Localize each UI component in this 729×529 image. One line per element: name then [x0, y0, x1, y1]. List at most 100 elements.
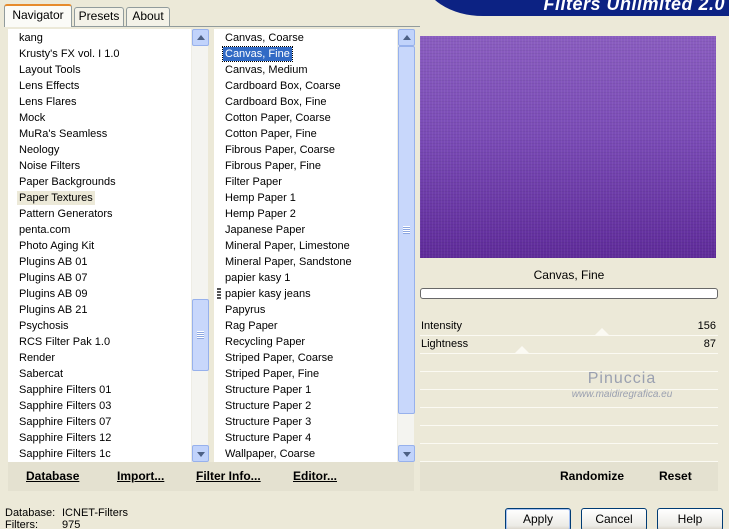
list-item[interactable]: Lens Flares: [17, 95, 78, 109]
list-item[interactable]: Rag Paper: [223, 319, 280, 333]
intensity-row[interactable]: Intensity 156: [420, 318, 718, 336]
list-item[interactable]: Sabercat: [17, 367, 65, 381]
intensity-value: 156: [697, 320, 716, 332]
intensity-slider-marker[interactable]: [594, 328, 610, 336]
lightness-row[interactable]: Lightness 87: [420, 336, 718, 354]
list-item[interactable]: Recycling Paper: [223, 335, 307, 349]
list-item[interactable]: Sapphire Filters 1c: [17, 447, 113, 461]
filter-list-panel: Canvas, Coarse Canvas, Fine Canvas, Medium…: [214, 29, 415, 462]
preview-toolbar: Randomize Reset: [420, 462, 718, 491]
list-item[interactable]: penta.com: [17, 223, 72, 237]
scroll-thumb[interactable]: [192, 299, 209, 371]
list-item[interactable]: Mineral Paper, Limestone: [223, 239, 352, 253]
database-button[interactable]: Database: [26, 469, 79, 483]
list-item[interactable]: kang: [17, 31, 45, 45]
progress-bar: [420, 288, 718, 299]
list-item[interactable]: Hemp Paper 2: [223, 207, 298, 221]
watermark: Pinuccia www.maidiregrafica.eu: [557, 370, 687, 400]
list-item[interactable]: Lens Effects: [17, 79, 81, 93]
scroll-thumb[interactable]: [398, 46, 415, 414]
selected-filter-name: Canvas, Fine: [533, 268, 605, 282]
list-item[interactable]: Mineral Paper, Sandstone: [223, 255, 354, 269]
list-item[interactable]: Plugins AB 21: [17, 303, 90, 317]
list-item[interactable]: Structure Paper 2: [223, 399, 313, 413]
tab-navigator[interactable]: Navigator: [4, 4, 72, 27]
list-item[interactable]: Sapphire Filters 01: [17, 383, 113, 397]
list-item[interactable]: Papyrus: [223, 303, 267, 317]
watermark-line2: www.maidiregrafica.eu: [571, 389, 673, 400]
category-list-panel: kang Krusty's FX vol. I 1.0 Layout Tools Le…: [8, 29, 209, 462]
filter-scrollbar[interactable]: [397, 29, 415, 462]
filters-count-label: Filters:: [5, 519, 38, 529]
list-item[interactable]: Mock: [17, 111, 47, 125]
list-item[interactable]: Structure Paper 3: [223, 415, 313, 429]
list-item[interactable]: Filter Paper: [223, 175, 284, 189]
list-item[interactable]: Plugins AB 09: [17, 287, 90, 301]
list-item[interactable]: Paper Backgrounds: [17, 175, 118, 189]
tab-about[interactable]: About: [126, 7, 170, 26]
grip-icon: [197, 331, 204, 339]
database-label: Database:: [5, 507, 56, 519]
help-button[interactable]: Help: [657, 508, 723, 529]
list-item[interactable]: Plugins AB 07: [17, 271, 90, 285]
list-item[interactable]: Paper Textures: [17, 191, 95, 205]
list-item[interactable]: Render: [17, 351, 57, 365]
cancel-button[interactable]: Cancel: [581, 508, 647, 529]
list-item[interactable]: papier kasy jeans: [223, 287, 313, 301]
list-item[interactable]: Striped Paper, Fine: [223, 367, 321, 381]
list-item[interactable]: papier kasy 1: [223, 271, 292, 285]
list-item[interactable]: MuRa's Seamless: [17, 127, 109, 141]
list-item[interactable]: Cardboard Box, Coarse: [223, 79, 343, 93]
list-item[interactable]: Sapphire Filters 12: [17, 431, 113, 445]
chevron-up-icon: [197, 35, 205, 40]
scroll-up-button[interactable]: [398, 29, 415, 46]
list-item[interactable]: Structure Paper 4: [223, 431, 313, 445]
reset-button[interactable]: Reset: [659, 469, 692, 483]
drag-handle-icon: [217, 288, 221, 300]
list-item[interactable]: Cardboard Box, Fine: [223, 95, 329, 109]
preview-frame: [418, 32, 718, 260]
list-item[interactable]: RCS Filter Pak 1.0: [17, 335, 112, 349]
list-item[interactable]: Structure Paper 1: [223, 383, 313, 397]
import-button[interactable]: Import...: [117, 469, 164, 483]
list-item[interactable]: Psychosis: [17, 319, 71, 333]
filter-list[interactable]: Canvas, Coarse Canvas, Fine Canvas, Medium…: [214, 29, 394, 462]
filter-info-button[interactable]: Filter Info...: [196, 469, 261, 483]
list-item[interactable]: Sapphire Filters 03: [17, 399, 113, 413]
lightness-value: 87: [703, 338, 716, 350]
list-item[interactable]: Sapphire Filters 07: [17, 415, 113, 429]
list-item[interactable]: Cotton Paper, Fine: [223, 127, 319, 141]
list-item[interactable]: Plugins AB 01: [17, 255, 90, 269]
tab-presets[interactable]: Presets: [74, 7, 124, 26]
list-item[interactable]: Layout Tools: [17, 63, 83, 77]
list-item[interactable]: Canvas, Coarse: [223, 31, 306, 45]
scroll-down-button[interactable]: [192, 445, 209, 462]
category-scrollbar[interactable]: [191, 29, 209, 462]
list-item[interactable]: Striped Paper, Coarse: [223, 351, 335, 365]
empty-parameter-row: [420, 444, 718, 462]
list-item[interactable]: Hemp Paper 1: [223, 191, 298, 205]
editor-button[interactable]: Editor...: [293, 469, 337, 483]
category-list[interactable]: kang Krusty's FX vol. I 1.0 Layout Tools Le…: [8, 29, 188, 462]
product-banner: Filters Unlimited 2.0: [423, 0, 729, 16]
list-item[interactable]: Fibrous Paper, Fine: [223, 159, 323, 173]
list-item[interactable]: Canvas, Medium: [223, 63, 310, 77]
list-item[interactable]: Wallpaper, Coarse: [223, 447, 317, 461]
lightness-slider-marker[interactable]: [514, 346, 530, 354]
randomize-button[interactable]: Randomize: [560, 469, 624, 483]
list-item[interactable]: Fibrous Paper, Coarse: [223, 143, 337, 157]
list-item[interactable]: Noise Filters: [17, 159, 82, 173]
database-value: ICNET-Filters: [62, 507, 128, 519]
list-item[interactable]: Krusty's FX vol. I 1.0: [17, 47, 122, 61]
list-item[interactable]: Canvas, Fine: [222, 46, 293, 62]
list-item[interactable]: Japanese Paper: [223, 223, 307, 237]
scroll-down-button[interactable]: [398, 445, 415, 462]
list-item[interactable]: Photo Aging Kit: [17, 239, 96, 253]
list-item[interactable]: Pattern Generators: [17, 207, 115, 221]
list-item[interactable]: Cotton Paper, Coarse: [223, 111, 333, 125]
banner-title: Filters Unlimited 2.0: [543, 0, 725, 14]
scroll-up-button[interactable]: [192, 29, 209, 46]
apply-button[interactable]: Apply: [505, 508, 571, 529]
list-item[interactable]: Neology: [17, 143, 61, 157]
empty-parameter-row: [420, 426, 718, 444]
